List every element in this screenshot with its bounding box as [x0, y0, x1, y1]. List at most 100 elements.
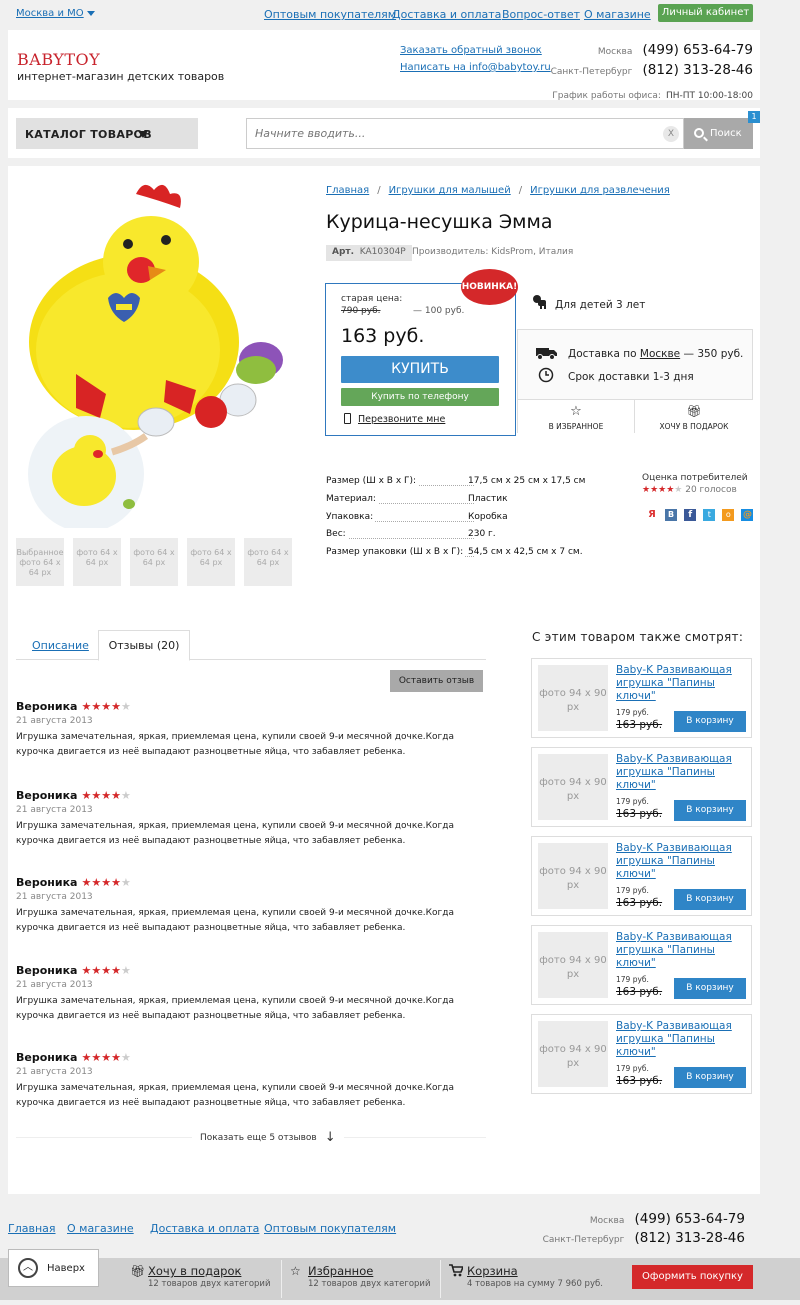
facebook-icon[interactable]: f [684, 509, 697, 521]
thumbnail[interactable]: фото 64 x 64 px [73, 538, 121, 586]
product-old-price: 163 руб. [616, 1075, 663, 1087]
add-to-cart-button[interactable]: В корзину [674, 978, 746, 999]
star-icon: ☆ [290, 1264, 301, 1278]
product-old-price: 163 руб. [616, 897, 663, 909]
add-to-cart-button[interactable]: В корзину [674, 711, 746, 732]
delivery-box: Доставка по Москве — 350 руб. Срок доста… [517, 329, 753, 433]
buy-button[interactable]: КУПИТЬ [341, 356, 499, 383]
nav-link-faq[interactable]: Вопрос-ответ [502, 8, 580, 21]
footer-link-wholesale[interactable]: Оптовым покупателям [264, 1222, 396, 1235]
age-info: Для детей 3 лет [555, 299, 646, 311]
thumbnail-selected[interactable]: Выбранное фото 64 x 64 px [16, 538, 64, 586]
product-link[interactable]: Baby-K Развивающая игрушка "Папины ключи… [616, 664, 751, 703]
phone-city: Москва [597, 47, 633, 57]
review: Вероника ★★★★★ 21 августа 2013 Игрушка за… [16, 964, 486, 1024]
account-button[interactable]: Личный кабинет [658, 4, 753, 22]
gift-icon: 🎁︎ [130, 1264, 146, 1278]
thumbnail[interactable]: фото 64 x 64 px [130, 538, 178, 586]
spec-row: Вес: 230 г. [326, 529, 496, 539]
rating-votes: 20 голосов [685, 485, 737, 495]
footer-link-delivery[interactable]: Доставка и оплата [150, 1222, 259, 1235]
checkout-button[interactable]: Оформить покупку [632, 1265, 753, 1289]
product-price: 179 руб. [616, 975, 649, 984]
show-more-reviews[interactable]: Показать еще 5 отзывов ↓ [192, 1130, 344, 1145]
vk-icon[interactable]: В [665, 509, 678, 521]
reviewer-name: Вероника [16, 876, 78, 889]
wishlist-section[interactable]: 🎁︎ Хочу в подарок 12 товаров двух катего… [128, 1260, 284, 1298]
current-price: 163 руб. [341, 325, 425, 347]
breadcrumb-item[interactable]: Игрушки для развлечения [530, 185, 670, 196]
product-link[interactable]: Baby-K Развивающая игрушка "Папины ключи… [616, 753, 751, 792]
breadcrumb-item[interactable]: Игрушки для малышей [389, 185, 511, 196]
logo[interactable]: BABYTOY [17, 50, 100, 69]
add-to-favorites-button[interactable]: ☆ В ИЗБРАННОЕ [518, 399, 635, 433]
phone-number: (812) 313-28-46 [634, 1230, 745, 1246]
review: Вероника ★★★★★ 21 августа 2013 Игрушка за… [16, 789, 486, 849]
cart-count-badge: 1 [748, 111, 760, 123]
yandex-icon[interactable]: Я [646, 509, 658, 521]
nav-link-wholesale[interactable]: Оптовым покупателям [264, 8, 396, 21]
review-stars: ★★★★★ [81, 789, 131, 802]
callback-request-link[interactable]: Перезвоните мне [358, 414, 445, 425]
clear-icon[interactable]: X [663, 126, 679, 142]
product-photo[interactable]: фото 94 x 90 px [538, 665, 608, 731]
odnoklassniki-icon[interactable]: о [722, 509, 735, 521]
review-date: 21 августа 2013 [16, 805, 93, 815]
product-page: Выбранное фото 64 x 64 px фото 64 x 64 p… [8, 166, 760, 1194]
phone-number: (499) 653-64-79 [634, 1211, 745, 1227]
city-selector[interactable]: Москва и МО [16, 8, 95, 19]
breadcrumb-item[interactable]: Главная [326, 185, 369, 196]
add-to-cart-button[interactable]: В корзину [674, 889, 746, 910]
buy-by-phone-button[interactable]: Купить по телефону [341, 388, 499, 406]
arrow-down-icon: ↓ [324, 1130, 336, 1145]
catalog-button[interactable]: КАТАЛОГ ТОВАРОВ [16, 118, 198, 149]
star-icon: ☆ [570, 404, 582, 419]
review-text: Игрушка замечательная, яркая, приемлемая… [16, 821, 455, 846]
scroll-top-button[interactable]: ︿ Наверх [8, 1249, 99, 1287]
product-photo[interactable]: фото 94 x 90 px [538, 754, 608, 820]
footer-link-home[interactable]: Главная [8, 1222, 56, 1235]
add-to-wishlist-button[interactable]: 🎁︎ ХОЧУ В ПОДАРОК [635, 399, 753, 433]
related-product-card: фото 94 x 90 px Baby-K Развивающая игруш… [531, 836, 752, 916]
product-link[interactable]: Baby-K Развивающая игрушка "Папины ключи… [616, 842, 751, 881]
nav-link-about[interactable]: О магазине [584, 8, 651, 21]
footer-link-about[interactable]: О магазине [67, 1222, 134, 1235]
delivery-time: Срок доставки 1-3 дня [568, 371, 694, 383]
chevron-down-icon [86, 10, 95, 16]
tab-reviews[interactable]: Отзывы (20) [98, 630, 190, 661]
product-image[interactable] [16, 174, 312, 528]
clock-icon [538, 367, 554, 383]
search-button[interactable]: Поиск [684, 118, 753, 149]
add-to-cart-button[interactable]: В корзину [674, 1067, 746, 1088]
product-price: 179 руб. [616, 708, 649, 717]
thumbnail[interactable]: фото 64 x 64 px [187, 538, 235, 586]
twitter-icon[interactable]: t [703, 509, 716, 521]
baby-icon [533, 295, 546, 309]
product-link[interactable]: Baby-K Развивающая игрушка "Папины ключи… [616, 1020, 751, 1059]
product-price: 179 руб. [616, 1064, 649, 1073]
phone-city: Санкт-Петербург [550, 67, 633, 77]
delivery-city-link[interactable]: Москве [640, 348, 680, 360]
email-link[interactable]: Написать на info@babytoy.ru [400, 62, 551, 73]
old-price: 790 руб. [341, 306, 381, 316]
callback-link[interactable]: Заказать обратный звонок [400, 45, 542, 56]
mailru-icon[interactable]: @ [741, 509, 754, 521]
nav-link-delivery[interactable]: Доставка и оплата [392, 8, 501, 21]
phone-number: (499) 653-64-79 [642, 42, 753, 58]
product-photo[interactable]: фото 94 x 90 px [538, 1021, 608, 1087]
product-photo[interactable]: фото 94 x 90 px [538, 843, 608, 909]
tab-description[interactable]: Описание [32, 639, 89, 652]
favorites-section[interactable]: ☆ Избранное 12 товаров двух категорий [288, 1260, 444, 1298]
new-badge: НОВИНКА! [461, 269, 518, 305]
search-input[interactable] [247, 119, 647, 148]
spec-row: Размер упаковки (Ш х В х Г): 54,5 см х 42… [326, 547, 583, 557]
thumbnail[interactable]: фото 64 x 64 px [244, 538, 292, 586]
review-stars: ★★★★★ [81, 700, 131, 713]
add-to-cart-button[interactable]: В корзину [674, 800, 746, 821]
leave-review-button[interactable]: Оставить отзыв [390, 670, 483, 692]
divider [281, 1260, 282, 1298]
product-link[interactable]: Baby-K Развивающая игрушка "Папины ключи… [616, 931, 751, 970]
product-photo[interactable]: фото 94 x 90 px [538, 932, 608, 998]
divider [440, 1260, 441, 1298]
cart-section[interactable]: Корзина 4 товаров на сумму 7 960 руб. [447, 1260, 603, 1298]
